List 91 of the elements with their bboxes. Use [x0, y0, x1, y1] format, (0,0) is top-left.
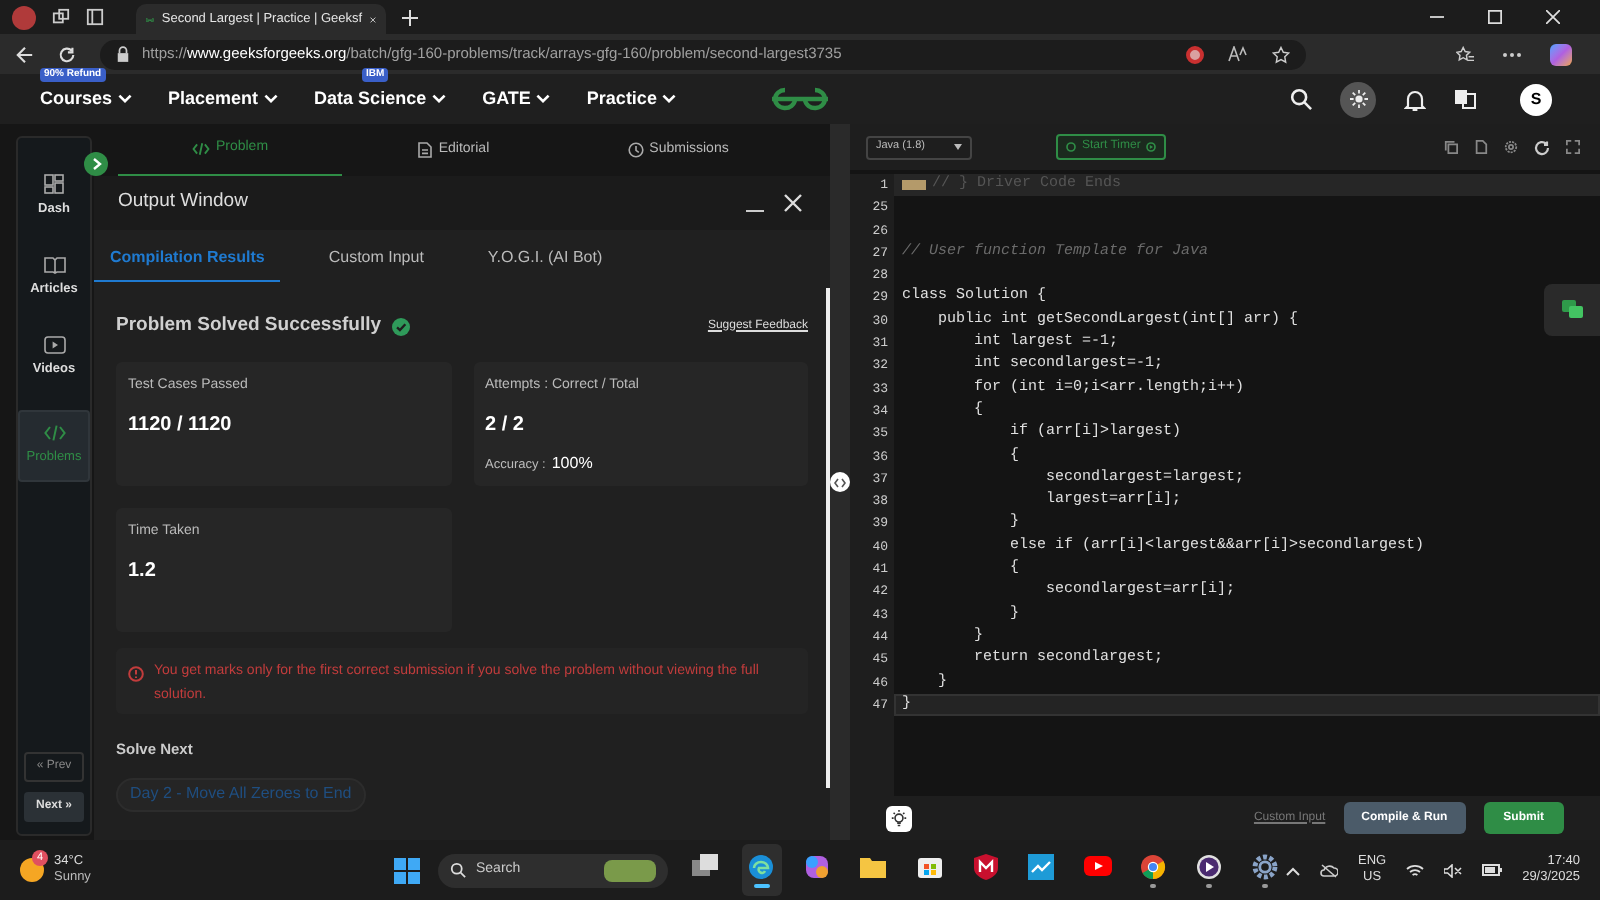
- nav-menu-item[interactable]: Courses: [40, 85, 113, 113]
- store-icon: [917, 854, 942, 878]
- hint-button[interactable]: [886, 805, 912, 831]
- media-player-icon: [1196, 853, 1223, 879]
- video-icon: [43, 335, 65, 353]
- chevron-right-icon: [91, 158, 101, 170]
- close-icon[interactable]: [1546, 10, 1560, 24]
- stat-value: 1.2: [128, 557, 158, 586]
- profile-avatar[interactable]: [12, 5, 36, 29]
- code-icon: [191, 142, 210, 156]
- refresh-icon[interactable]: [58, 45, 76, 63]
- stat-value: 2 / 2: [485, 411, 526, 440]
- extension-icon[interactable]: [1186, 45, 1204, 63]
- chevron-down-icon: [264, 94, 279, 104]
- window-title: Output Window: [118, 188, 248, 217]
- close-icon[interactable]: [784, 194, 802, 212]
- copy-icon[interactable]: [1444, 140, 1458, 154]
- shield-icon: [973, 853, 998, 879]
- copilot-icon[interactable]: [1550, 43, 1572, 65]
- chevron-down-icon: [432, 94, 447, 104]
- new-tab-icon[interactable]: [402, 9, 418, 25]
- nav-menu-item[interactable]: Data Science: [314, 85, 427, 113]
- reset-icon[interactable]: [1534, 139, 1550, 155]
- theme-toggle[interactable]: [1340, 81, 1376, 117]
- play-button-icon: [1083, 856, 1112, 876]
- book-icon: [43, 255, 65, 274]
- folder-icon: [860, 855, 887, 877]
- nav-menu-item[interactable]: GATE: [482, 85, 531, 113]
- translate-icon[interactable]: [1454, 88, 1476, 110]
- nav-menu-item[interactable]: Placement: [168, 85, 259, 113]
- code-icon: [43, 424, 65, 443]
- output-tab[interactable]: Custom Input: [312, 234, 440, 282]
- lightbulb-icon: [890, 809, 908, 827]
- gear-icon: [1252, 853, 1279, 879]
- back-icon[interactable]: [16, 45, 34, 63]
- resize-handle[interactable]: [830, 472, 850, 492]
- chart-app-icon: [1028, 853, 1055, 879]
- chrome-browser-icon: [1140, 853, 1167, 879]
- chevron-up-icon[interactable]: [1285, 865, 1300, 875]
- chevron-down-icon: [536, 94, 551, 104]
- file-icon[interactable]: [1474, 140, 1488, 154]
- stat-value: 1120 / 1120: [128, 411, 234, 440]
- search-highlight-picture: [603, 859, 656, 881]
- task-view-icon: [692, 854, 719, 878]
- sun-icon: [1349, 90, 1367, 108]
- dashboard-icon: [44, 174, 64, 194]
- timer-icon: [1066, 142, 1076, 152]
- windows-start-icon[interactable]: [393, 857, 420, 883]
- tabs-icon[interactable]: [86, 8, 104, 26]
- code-icon: [834, 477, 846, 487]
- copilot-icon: [804, 853, 831, 879]
- wifi-icon[interactable]: [1406, 863, 1425, 877]
- search-icon[interactable]: [1290, 88, 1312, 110]
- star-icon[interactable]: [1272, 45, 1290, 63]
- lock-icon: [116, 46, 130, 62]
- fullscreen-icon[interactable]: [1566, 140, 1580, 154]
- nav-menu-item[interactable]: Practice: [586, 85, 657, 113]
- chevron-down-icon: [118, 94, 133, 104]
- output-tab[interactable]: Y.O.G.I. (AI Bot): [471, 234, 619, 282]
- play-icon: [1146, 142, 1157, 152]
- settings-icon[interactable]: [1504, 140, 1518, 154]
- status-message: Problem Solved Successfully: [116, 312, 382, 340]
- clock-icon: [627, 142, 644, 158]
- stat-note-value: 100%: [551, 451, 593, 476]
- edge-browser-icon: [748, 853, 775, 879]
- document-icon: [418, 142, 433, 158]
- bell-icon[interactable]: [1404, 87, 1426, 111]
- more-icon[interactable]: [1502, 51, 1522, 57]
- minimize-icon[interactable]: [1430, 10, 1444, 24]
- chat-bubbles-icon: [1561, 300, 1583, 320]
- search-icon: [449, 862, 466, 878]
- collapse-toggle[interactable]: [84, 152, 108, 176]
- fold-marker[interactable]: [902, 180, 926, 191]
- dropdown-caret-icon: [954, 144, 962, 150]
- user-avatar[interactable]: S: [1520, 83, 1552, 115]
- weather-sun-icon[interactable]: [20, 858, 44, 882]
- chevron-down-icon: [662, 94, 677, 104]
- cloud-off-icon[interactable]: [1319, 863, 1338, 877]
- speaker-muted-icon[interactable]: [1444, 863, 1463, 877]
- maximize-icon[interactable]: [1488, 10, 1502, 24]
- read-aloud-icon[interactable]: [1228, 46, 1248, 62]
- check-circle-icon: [391, 317, 410, 336]
- favorites-icon[interactable]: [1456, 45, 1474, 63]
- taskbar-app[interactable]: [741, 844, 782, 896]
- scrollbar[interactable]: [826, 288, 830, 788]
- info-icon: [128, 666, 144, 683]
- chat-button[interactable]: [1544, 284, 1600, 336]
- site-logo[interactable]: [768, 86, 832, 112]
- battery-icon[interactable]: [1482, 864, 1503, 876]
- workspaces-icon[interactable]: [52, 8, 70, 26]
- tab-close-icon[interactable]: [370, 13, 376, 25]
